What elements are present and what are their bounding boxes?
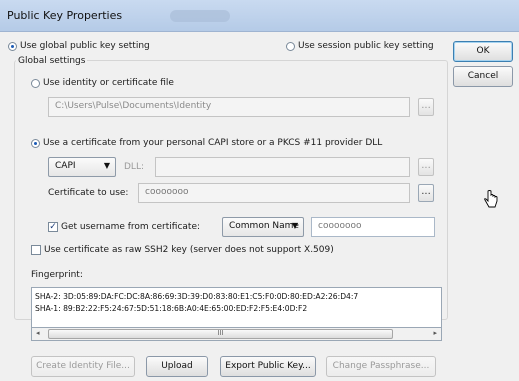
- dll-label: DLL:: [124, 162, 144, 172]
- scroll-right-icon[interactable]: ▸: [433, 329, 437, 337]
- title-bar: Public Key Properties: [0, 0, 519, 32]
- use-capi-label: Use a certificate from your personal CAP…: [43, 138, 383, 148]
- use-identity-file-radio[interactable]: Use identity or certificate file: [31, 78, 174, 89]
- dll-field[interactable]: [155, 157, 410, 177]
- certificate-to-use-label: Certificate to use:: [48, 188, 129, 198]
- use-capi-radio[interactable]: Use a certificate from your personal CAP…: [31, 138, 382, 149]
- ok-button[interactable]: OK: [453, 41, 513, 62]
- chevron-down-icon: ▼: [291, 221, 298, 230]
- upload-button[interactable]: Upload: [146, 356, 208, 377]
- create-identity-file-button[interactable]: Create Identity File...: [31, 356, 135, 377]
- username-field-select[interactable]: Common Name ▼: [222, 217, 304, 237]
- use-session-label: Use session public key setting: [298, 41, 434, 51]
- global-settings-label: Global settings: [16, 56, 88, 66]
- get-username-label: Get username from certificate:: [61, 222, 201, 232]
- scroll-left-icon[interactable]: ◂: [36, 329, 40, 337]
- fingerprint-sha1: SHA-1: 89:B2:22:F5:24:67:5D:51:18:6B:A0:…: [35, 304, 308, 313]
- use-identity-radio-indicator: [31, 78, 40, 88]
- checkmark-icon: ✓: [48, 222, 58, 232]
- certificate-browse-button[interactable]: ...: [418, 184, 434, 202]
- username-field-value: Common Name: [229, 221, 299, 231]
- window-title: Public Key Properties: [7, 9, 123, 22]
- certificate-field[interactable]: cooooooo: [138, 183, 410, 203]
- fingerprint-sha2: SHA-2: 3D:05:89:DA:FC:DC:8A:86:69:3D:39:…: [35, 292, 359, 301]
- provider-select-value: CAPI: [55, 161, 76, 171]
- use-global-radio-indicator: [8, 41, 17, 51]
- change-passphrase-button[interactable]: Change Passphrase...: [326, 356, 436, 377]
- use-session-radio-indicator: [286, 41, 295, 51]
- fingerprint-label: Fingerprint:: [31, 270, 83, 280]
- use-capi-radio-indicator: [31, 138, 40, 148]
- identity-browse-button[interactable]: ...: [418, 98, 434, 116]
- hand-cursor-icon: [484, 190, 498, 213]
- use-global-radio[interactable]: Use global public key setting: [8, 41, 150, 52]
- title-bar-blurred-region: [170, 10, 230, 22]
- raw-ssh2-checkbox[interactable]: Use certificate as raw SSH2 key (server …: [31, 245, 334, 256]
- raw-ssh2-checkbox-indicator: [31, 245, 41, 255]
- export-public-key-button[interactable]: Export Public Key...: [220, 356, 316, 377]
- raw-ssh2-label: Use certificate as raw SSH2 key (server …: [44, 245, 334, 255]
- provider-select[interactable]: CAPI ▼: [48, 157, 116, 177]
- scroll-thumb[interactable]: III: [48, 329, 393, 339]
- cancel-button[interactable]: Cancel: [453, 66, 513, 87]
- identity-file-path-field[interactable]: C:\Users\Pulse\Documents\Identity: [48, 97, 410, 117]
- get-username-checkbox[interactable]: ✓ Get username from certificate:: [48, 222, 200, 233]
- use-session-radio[interactable]: Use session public key setting: [286, 41, 434, 52]
- chevron-down-icon: ▼: [103, 161, 110, 170]
- dll-browse-button[interactable]: ...: [418, 158, 434, 176]
- username-result-field[interactable]: cooooooo: [311, 217, 435, 237]
- fingerprint-horizontal-scrollbar[interactable]: ◂ III ▸: [31, 328, 442, 341]
- use-global-label: Use global public key setting: [20, 41, 150, 51]
- use-identity-label: Use identity or certificate file: [43, 78, 174, 88]
- fingerprint-box[interactable]: SHA-2: 3D:05:89:DA:FC:DC:8A:86:69:3D:39:…: [31, 287, 442, 328]
